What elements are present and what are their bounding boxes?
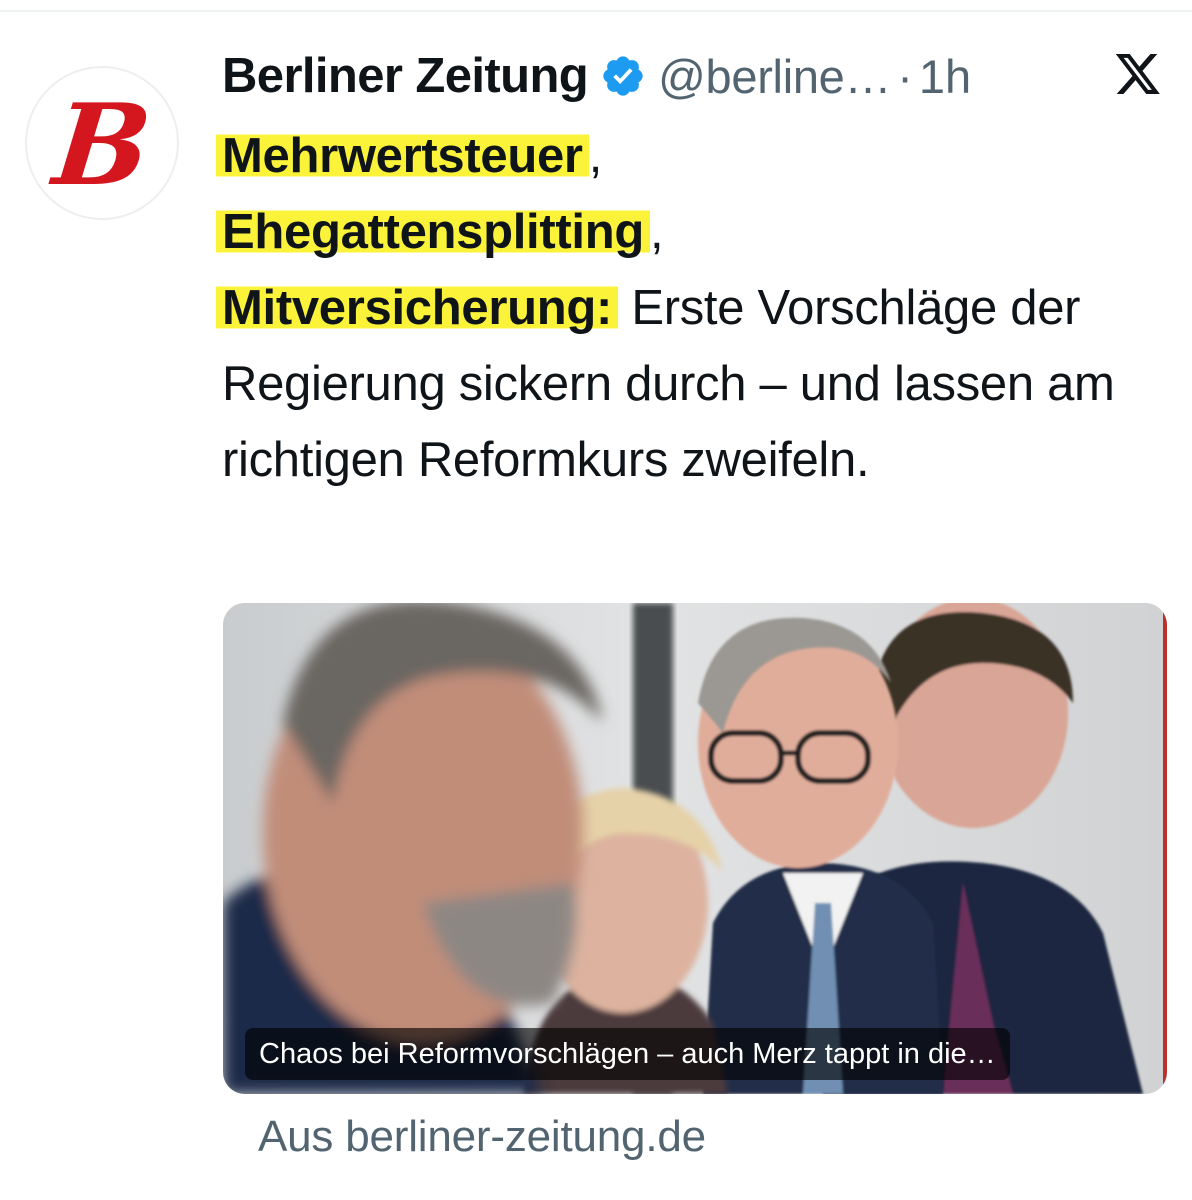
article-photo bbox=[223, 603, 1167, 1094]
tweet-header: Berliner Zeitung @berline… · 1h bbox=[222, 44, 971, 108]
link-source[interactable]: Aus berliner-zeitung.de bbox=[258, 1112, 706, 1162]
card-caption: Chaos bei Reformvorschlägen – auch Merz … bbox=[245, 1028, 1010, 1080]
link-preview-card[interactable]: Chaos bei Reformvorschlägen – auch Merz … bbox=[223, 603, 1167, 1094]
berliner-zeitung-logo-icon: B bbox=[47, 80, 157, 211]
tweet-text: Mehrwertsteuer, Ehegattensplitting, Mitv… bbox=[216, 118, 1172, 498]
separator-dot: · bbox=[897, 49, 913, 103]
highlighted-term: Ehegattensplitting bbox=[216, 205, 650, 259]
highlighted-term: Mitversicherung: bbox=[216, 281, 618, 335]
x-logo-icon[interactable] bbox=[1114, 54, 1162, 98]
top-divider bbox=[0, 10, 1192, 12]
punctuation: , bbox=[588, 129, 603, 183]
post-time[interactable]: 1h bbox=[919, 49, 971, 104]
account-name[interactable]: Berliner Zeitung bbox=[222, 48, 589, 104]
account-handle[interactable]: @berline… bbox=[658, 49, 891, 104]
punctuation: , bbox=[650, 205, 664, 259]
verified-badge-icon bbox=[603, 56, 643, 96]
highlighted-term: Mehrwertsteuer bbox=[216, 129, 589, 183]
profile-avatar[interactable]: B bbox=[25, 66, 179, 220]
